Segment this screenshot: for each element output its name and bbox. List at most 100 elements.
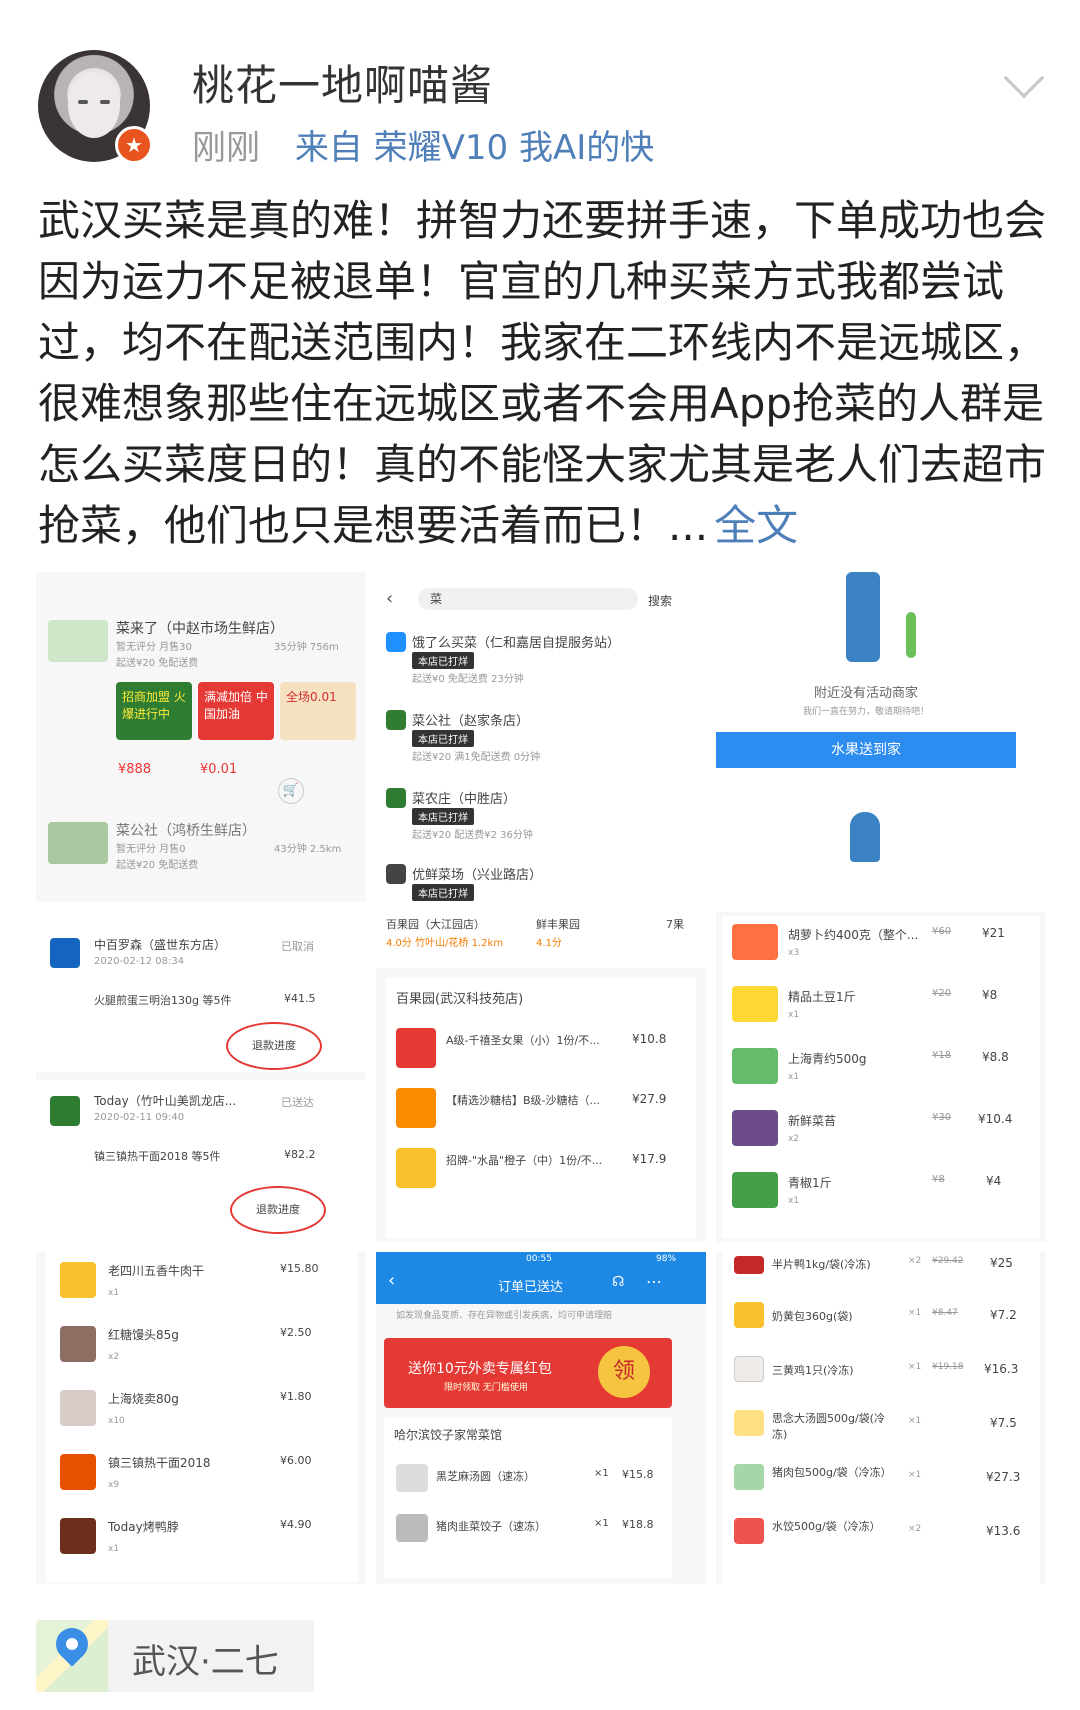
image-fruit-store[interactable]: 百果园（大江园店） 鲜丰果园 7果 4.0分 竹叶山/花桥 1.2km 4.1分… <box>376 912 706 1242</box>
headset-icon[interactable]: ☊ <box>612 1274 624 1290</box>
store-name: 菜农庄（中胜店） <box>412 792 517 807</box>
product-name: 思念大汤圆500g/袋(冷冻) <box>772 1412 885 1441</box>
store-logo <box>50 1096 80 1126</box>
order-card[interactable]: Today（竹叶山美凯龙店... 已送达 2020-02-11 09:40 镇三… <box>36 1080 366 1242</box>
store-tab[interactable]: 百果园（大江园店） <box>386 916 485 932</box>
store-logo <box>48 822 108 864</box>
product-old-price: ¥8.47 <box>932 1308 958 1318</box>
product-image <box>60 1390 96 1426</box>
order-price: ¥82.2 <box>284 1148 316 1161</box>
store-sub: 暂无评分 月售30 <box>116 642 192 653</box>
product-image <box>396 1464 428 1492</box>
red-packet-banner[interactable]: 送你10元外卖专属红包 限时领取 无门槛使用 领 <box>384 1338 672 1408</box>
closed-tag: 本店已打烊 <box>412 884 474 901</box>
product-price: ¥7.2 <box>990 1308 1017 1322</box>
product-name: 红糖馒头85g <box>108 1328 179 1342</box>
product-name: 猪肉韭菜饺子（速冻） <box>436 1520 546 1533</box>
refund-progress-button[interactable]: 退款进度 <box>230 1186 326 1234</box>
product-name: 老四川五香牛肉干 <box>108 1264 205 1278</box>
store-name: 菜公社（赵家条店） <box>412 714 530 729</box>
store-name[interactable]: 哈尔滨饺子家常菜馆 <box>394 1426 502 1443</box>
product-name: A级-千禧圣女果（小）1份/不... <box>446 1034 600 1047</box>
order-time: 2020-02-11 09:40 <box>94 1112 185 1123</box>
chevron-down-icon[interactable] <box>1003 57 1045 99</box>
product-qty: ×2 <box>908 1256 922 1266</box>
cart-icon[interactable]: 🛒 <box>278 778 304 804</box>
order-card[interactable]: 中百罗森（盛世东方店） 已取消 2020-02-12 08:34 火腿煎蛋三明治… <box>36 912 366 1072</box>
search-input[interactable]: 菜 <box>418 588 638 610</box>
product-price: ¥10.8 <box>632 1032 667 1046</box>
product-name: 青椒1斤 <box>788 1176 832 1190</box>
order-items: 火腿煎蛋三明治130g 等5件 <box>94 994 232 1007</box>
more-icon[interactable]: ⋯ <box>646 1272 662 1291</box>
store-name: 菜来了（中赵市场生鲜店） <box>116 621 284 637</box>
back-icon[interactable]: ‹ <box>386 588 393 609</box>
image-vegetable-list[interactable]: 胡萝卜约400克（整个... ¥60 ¥21 x3 精品土豆1斤 ¥20 ¥8 … <box>716 912 1046 1242</box>
product-qty: x1 <box>108 1544 120 1554</box>
product-old-price: ¥18 <box>932 1050 952 1061</box>
product-image <box>732 1110 778 1146</box>
store-name: 菜公社（鸿桥生鲜店） <box>116 823 256 839</box>
product-list: 老四川五香牛肉干 ¥15.80 x1 红糖馒头85g ¥2.50 x2 上海烧卖… <box>46 1252 358 1582</box>
image-search-results[interactable]: ‹ 菜 搜索 饿了么买菜（仁和嘉居自提服务站） 本店已打烊 起送¥0 免配送费 … <box>376 572 706 902</box>
image-snack-list[interactable]: 老四川五香牛肉干 ¥15.80 x1 红糖馒头85g ¥2.50 x2 上海烧卖… <box>36 1252 366 1584</box>
product-image <box>734 1464 764 1490</box>
product-image <box>60 1454 96 1490</box>
product-name: 奶黄包360g(袋) <box>772 1310 853 1323</box>
store-logo <box>48 620 108 662</box>
image-orders[interactable]: 中百罗森（盛世东方店） 已取消 2020-02-12 08:34 火腿煎蛋三明治… <box>36 912 366 1242</box>
product-name: 新鲜菜苔 <box>788 1114 837 1128</box>
product-price: ¥27.9 <box>632 1092 667 1106</box>
verified-badge-icon: ★ <box>115 126 153 164</box>
store-tab[interactable]: 鲜丰果园 <box>536 916 580 932</box>
order-store: Today（竹叶山美凯龙店... <box>94 1094 237 1108</box>
image-frozen-list[interactable]: 半片鸭1kg/袋(冷冻) ×2 ¥29.42 ¥25 奶黄包360g(袋) ×1… <box>716 1252 1046 1584</box>
store-tab[interactable]: 7果 <box>666 916 684 932</box>
product-old-price: ¥30 <box>932 1112 952 1123</box>
banner-subtitle: 限时领取 无门槛使用 <box>444 1383 528 1393</box>
store-name: 饿了么买菜（仁和嘉居自提服务站） <box>412 636 621 651</box>
product-qty: x2 <box>788 1134 800 1144</box>
fruit-delivery-button[interactable]: 水果送到家 <box>716 732 1016 768</box>
username[interactable]: 桃花一地啊喵酱 <box>192 52 493 113</box>
claim-button[interactable]: 领 <box>598 1346 650 1398</box>
store-card: 百果园(武汉科技苑店) A级-千禧圣女果（小）1份/不... ¥10.8 【精选… <box>386 978 696 1238</box>
back-icon[interactable]: ‹ <box>388 1270 395 1291</box>
product-price: ¥27.3 <box>986 1470 1021 1484</box>
store-name[interactable]: 百果园(武汉科技苑店) <box>396 988 523 1007</box>
product-image <box>60 1326 96 1362</box>
product-image <box>732 1048 778 1084</box>
image-store-list[interactable]: 菜来了（中赵市场生鲜店） 暂无评分 月售30 35分钟 756m 起送¥20 免… <box>36 572 366 902</box>
store-fee: 起送¥20 免配送费 <box>116 860 199 871</box>
product-price: ¥4.90 <box>280 1518 312 1531</box>
product-price: ¥17.9 <box>632 1152 667 1166</box>
image-empty-state[interactable]: 附近没有活动商家 我们一直在努力，敬请期待吧！ 水果送到家 <box>716 572 1046 902</box>
post-body: 武汉买菜是真的难！拼智力还要拼手速，下单成功也会因为运力不足被退单！官宣的几种买… <box>38 196 1047 550</box>
product-name: 黑芝麻汤圆（速冻） <box>436 1470 535 1483</box>
product-qty: ×1 <box>594 1518 609 1529</box>
product-price: ¥1.80 <box>280 1390 312 1403</box>
product-image <box>60 1262 96 1298</box>
image-delivered-order[interactable]: 00:55 98% ‹ 订单已送达 ☊ ⋯ 如发现食品变质、存在异物或引发疾病，… <box>376 1252 706 1584</box>
empty-title: 附近没有活动商家 <box>813 686 918 701</box>
store-fee: 起送¥20 免配送费 <box>116 658 199 669</box>
store-rating: 4.0分 竹叶山/花桥 1.2km <box>386 938 504 949</box>
product-qty: ×1 <box>908 1308 922 1318</box>
post-source[interactable]: 来自 荣耀V10 我AI的快 <box>295 128 654 168</box>
closed-tag: 本店已打烊 <box>412 730 474 747</box>
product-image <box>396 1148 436 1188</box>
product-name: 猪肉包500g/袋（冷冻） <box>772 1466 892 1479</box>
empty-subtitle: 我们一直在努力，敬请期待吧！ <box>802 707 929 717</box>
product-name: 招牌-"水晶"橙子（中）1份/不... <box>446 1154 603 1167</box>
product-price: ¥15.80 <box>280 1262 319 1275</box>
product-qty: ×1 <box>594 1468 609 1479</box>
status-battery: 98% <box>656 1254 677 1264</box>
post-text: 武汉买菜是真的难！拼智力还要拼手速，下单成功也会因为运力不足被退单！官宣的几种买… <box>38 190 1048 556</box>
refund-progress-button[interactable]: 退款进度 <box>226 1022 322 1070</box>
product-image <box>732 924 778 960</box>
search-button[interactable]: 搜索 <box>648 592 672 609</box>
product-price: ¥16.3 <box>984 1362 1019 1376</box>
location-tag[interactable]: 武汉·二七 <box>36 1620 314 1692</box>
promo-card: 招商加盟 火爆进行中 <box>116 682 192 740</box>
read-more-link[interactable]: 全文 <box>714 501 798 550</box>
